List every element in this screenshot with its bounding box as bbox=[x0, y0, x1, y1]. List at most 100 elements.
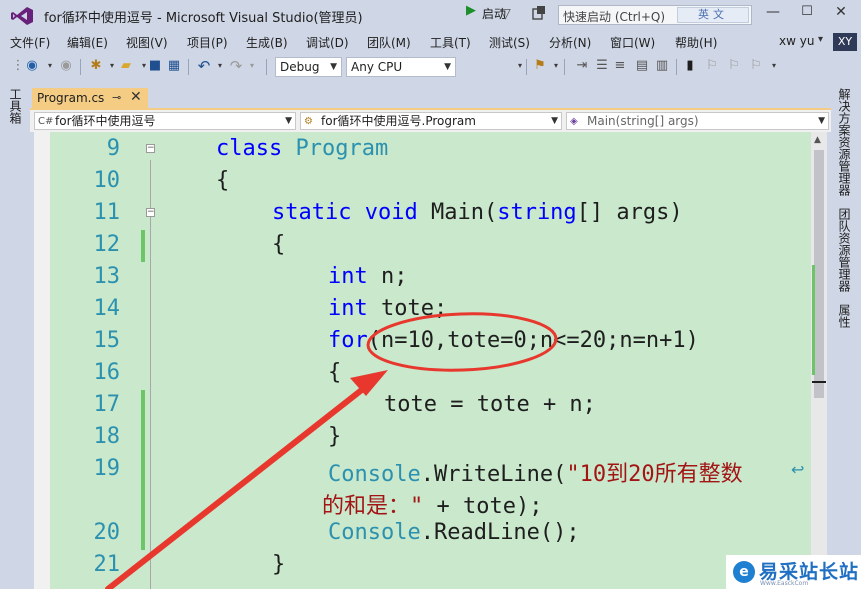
save-all-icon[interactable]: ▦ bbox=[166, 58, 182, 74]
bookmark-icon[interactable]: ▮ bbox=[682, 58, 698, 74]
undo-icon[interactable]: ↶ bbox=[196, 58, 212, 74]
watermark-url: Www.EasckCom bbox=[760, 580, 809, 587]
menu-debug[interactable]: 调试(D) bbox=[306, 34, 349, 51]
menu-project[interactable]: 项目(P) bbox=[187, 34, 228, 51]
prev-bookmark-icon[interactable]: ⚐ bbox=[704, 58, 720, 74]
keyword: for bbox=[328, 328, 368, 353]
close-tab-icon[interactable]: ✕ bbox=[130, 89, 142, 105]
collapse-toggle[interactable]: − bbox=[146, 208, 155, 217]
line-number: 13 bbox=[93, 264, 121, 289]
collapse-toggle[interactable]: − bbox=[146, 144, 155, 153]
scrollbar-thumb[interactable] bbox=[814, 150, 824, 398]
code-line: Console.ReadLine(); bbox=[328, 520, 580, 545]
code-line: class Program bbox=[216, 136, 388, 161]
toolbar-separator bbox=[526, 59, 527, 75]
code-text: (n=10,tote=0;n<=20;n=n+1) bbox=[367, 328, 699, 353]
code-text: .ReadLine(); bbox=[420, 520, 580, 545]
tab-program-cs[interactable]: Program.cs ⊸ ✕ bbox=[32, 88, 148, 110]
maximize-button[interactable]: ☐ bbox=[796, 4, 818, 24]
quick-launch-input[interactable]: 快速启动 (Ctrl+Q) 英文 bbox=[558, 5, 752, 25]
solution-platform-select[interactable]: Any CPU ▼ bbox=[346, 57, 456, 77]
next-bookmark-icon[interactable]: ⚐ bbox=[726, 58, 742, 74]
class-select[interactable]: ⚙ for循环中使用逗号.Program ▼ bbox=[300, 112, 562, 130]
code-text: n; bbox=[367, 264, 408, 289]
member-value: Main(string[] args) bbox=[587, 114, 699, 128]
code-line-wrapped: 的和是：" + tote); bbox=[322, 488, 542, 520]
code-line: tote = tote + n; bbox=[384, 392, 596, 417]
menu-test[interactable]: 测试(S) bbox=[489, 34, 530, 51]
menu-edit[interactable]: 编辑(E) bbox=[67, 34, 108, 51]
class-value: for循环中使用逗号.Program bbox=[321, 114, 476, 128]
menu-analyze[interactable]: 分析(N) bbox=[549, 34, 591, 51]
scrollbar-change-marker bbox=[812, 265, 815, 375]
solution-configuration-select[interactable]: Debug ▼ bbox=[275, 57, 342, 77]
find-dropdown-chevron-icon[interactable]: ▾ bbox=[548, 58, 564, 74]
toolbox-tab[interactable]: 工具箱 bbox=[8, 88, 22, 124]
type-name: Console bbox=[328, 520, 421, 545]
project-select[interactable]: C# for循环中使用逗号 ▼ bbox=[34, 112, 296, 130]
solution-explorer-tab[interactable]: 解决方案资源管理器 bbox=[836, 88, 852, 196]
indent-icon[interactable]: ≡ bbox=[612, 58, 628, 74]
keyword: class bbox=[216, 136, 283, 161]
code-text: [] args) bbox=[576, 200, 683, 225]
team-explorer-tab[interactable]: 团队资源管理器 bbox=[836, 208, 852, 292]
member-select[interactable]: ◈ Main(string[] args) ▼ bbox=[566, 112, 829, 130]
line-number: 20 bbox=[93, 520, 121, 545]
string-literal: 的和是：" bbox=[322, 494, 424, 519]
keyword: int bbox=[328, 296, 368, 321]
redo-dropdown-chevron-icon[interactable]: ▾ bbox=[244, 58, 260, 74]
step-icon[interactable]: ⇥ bbox=[574, 58, 590, 74]
csharp-project-icon: C# bbox=[38, 116, 54, 127]
back-icon[interactable]: ◉ bbox=[24, 58, 40, 74]
method-name: Main( bbox=[430, 200, 498, 225]
user-name[interactable]: xw yu bbox=[779, 34, 814, 48]
scroll-up-icon[interactable]: ▲ bbox=[814, 135, 821, 145]
menu-file[interactable]: 文件(F) bbox=[10, 34, 50, 51]
code-text: .WriteLine( bbox=[420, 462, 567, 487]
properties-tab[interactable]: 属性 bbox=[836, 304, 852, 328]
standard-toolbar: ⋮ ◉ ▾ ◉ ✱ ▾ ▰ ▾ ■ ▦ ↶ ▾ ↷ ▾ Debug ▼ Any … bbox=[0, 54, 861, 80]
start-button[interactable]: 启动 bbox=[482, 5, 506, 22]
solution-platform-value: Any CPU bbox=[351, 60, 403, 74]
chevron-down-icon: ▼ bbox=[818, 116, 825, 126]
notifications-icon[interactable] bbox=[532, 6, 546, 20]
open-file-icon[interactable]: ▰ bbox=[118, 58, 134, 74]
undo-dropdown-chevron-icon[interactable]: ▾ bbox=[212, 58, 228, 74]
clear-bookmarks-icon[interactable]: ⚐ bbox=[748, 58, 764, 74]
line-number: 19 bbox=[93, 456, 121, 481]
code-text: + tote); bbox=[423, 494, 543, 519]
minimize-button[interactable]: — bbox=[762, 4, 784, 24]
start-play-icon[interactable]: ▶ bbox=[466, 3, 476, 18]
line-number: 16 bbox=[93, 360, 121, 385]
avatar[interactable]: XY bbox=[833, 33, 857, 51]
line-number: 18 bbox=[93, 424, 121, 449]
keyword: string bbox=[497, 200, 577, 225]
keyword: void bbox=[364, 200, 418, 225]
comment-icon[interactable]: ▤ bbox=[634, 58, 650, 74]
toolbar-separator bbox=[80, 59, 81, 75]
toolbar-overflow-chevron-icon[interactable]: ▾ bbox=[766, 58, 782, 74]
menu-window[interactable]: 窗口(W) bbox=[610, 34, 655, 51]
save-icon[interactable]: ■ bbox=[147, 58, 163, 74]
code-line: Console.WriteLine("10到20所有整数 bbox=[328, 456, 743, 488]
code-line: { bbox=[328, 360, 342, 385]
redo-icon[interactable]: ↷ bbox=[228, 58, 244, 74]
user-menu-chevron-icon[interactable]: ▾ bbox=[818, 34, 823, 45]
left-dock-panel bbox=[0, 82, 30, 589]
menu-help[interactable]: 帮助(H) bbox=[675, 34, 717, 51]
back-dropdown-chevron-icon[interactable]: ▾ bbox=[42, 58, 58, 74]
close-button[interactable]: ✕ bbox=[830, 4, 852, 24]
line-number: 10 bbox=[93, 168, 121, 193]
pin-tab-icon[interactable]: ⊸ bbox=[112, 91, 121, 104]
uncomment-icon[interactable]: ▥ bbox=[654, 58, 670, 74]
toolbar-separator bbox=[676, 59, 677, 75]
menu-tools[interactable]: 工具(T) bbox=[430, 34, 471, 51]
menu-team[interactable]: 团队(M) bbox=[367, 34, 411, 51]
code-text: tote; bbox=[367, 296, 448, 321]
align-left-icon[interactable]: ☰ bbox=[594, 58, 610, 74]
forward-icon[interactable]: ◉ bbox=[58, 58, 74, 74]
menu-build[interactable]: 生成(B) bbox=[246, 34, 288, 51]
menu-view[interactable]: 视图(V) bbox=[126, 34, 168, 51]
find-in-files-icon[interactable]: ⚑ bbox=[532, 58, 548, 74]
new-project-icon[interactable]: ✱ bbox=[88, 58, 104, 74]
